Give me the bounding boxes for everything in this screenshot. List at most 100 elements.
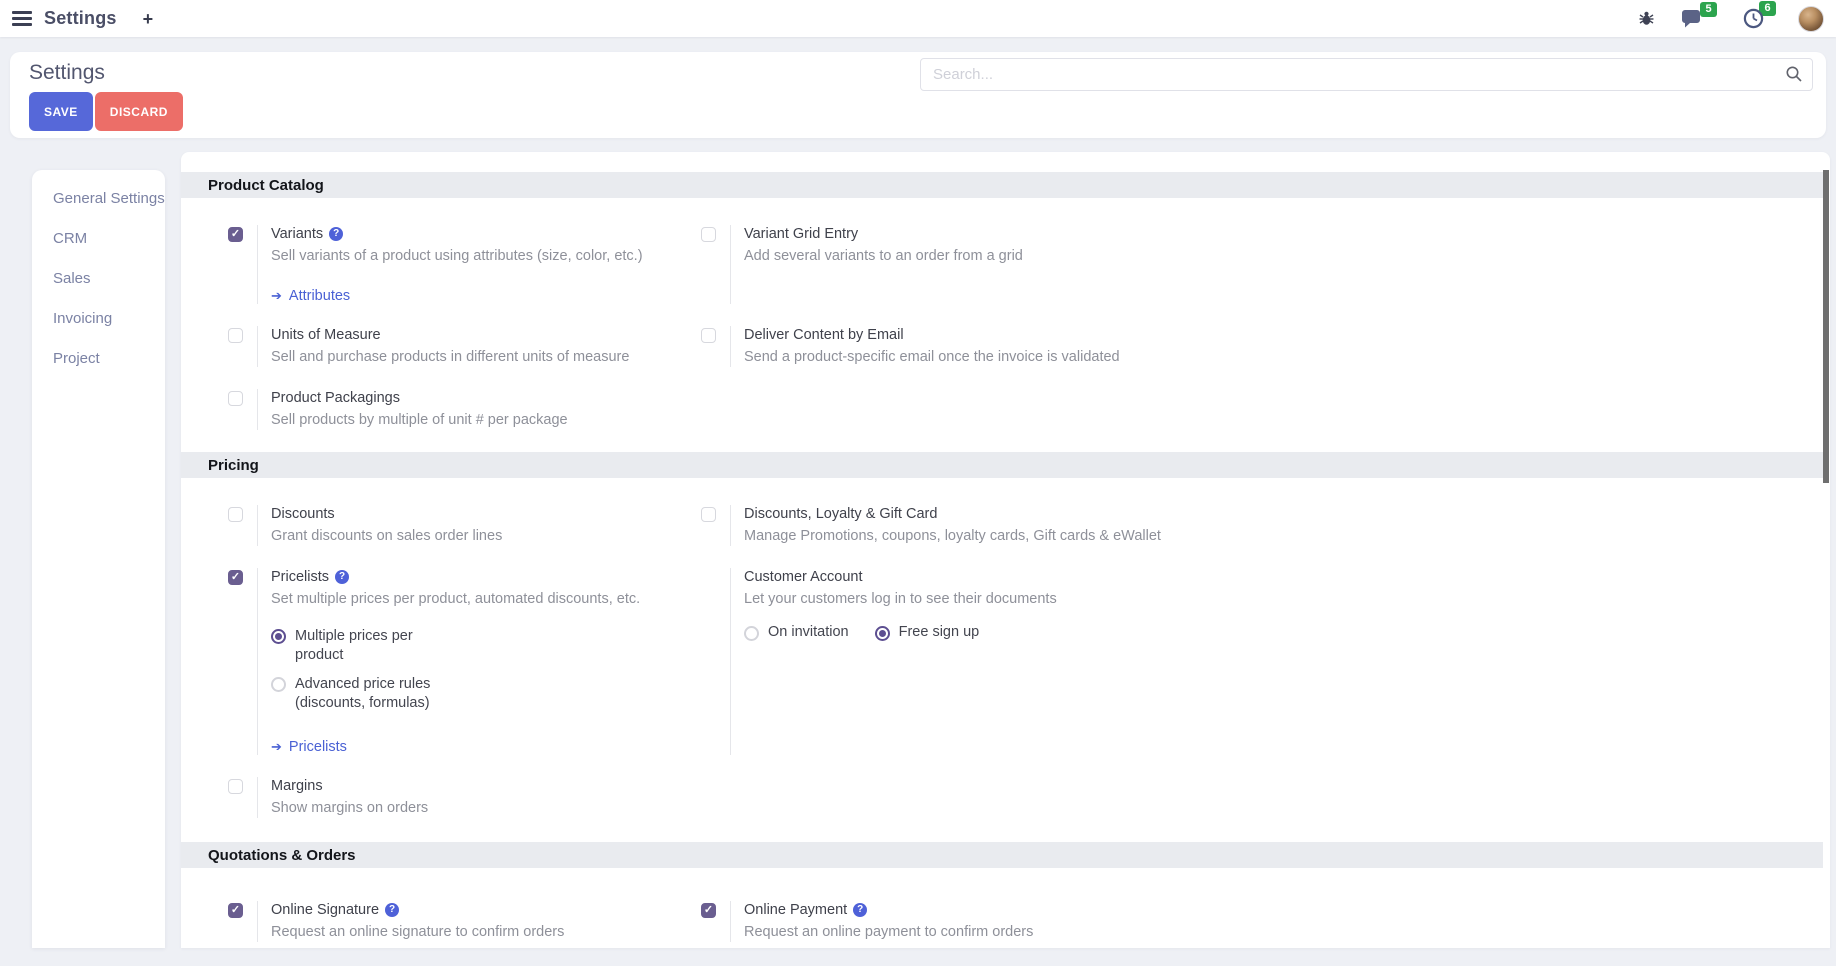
setting-label: Online Payment <box>744 901 847 919</box>
divider <box>257 568 258 755</box>
divider <box>730 225 731 304</box>
activities-icon[interactable]: 6 <box>1743 8 1764 29</box>
section-header-product-catalog: Product Catalog <box>181 172 1823 198</box>
units-of-measure-checkbox[interactable] <box>228 328 243 343</box>
divider <box>257 777 258 818</box>
setting-online-signature: Online Signature Request an online signa… <box>228 901 701 942</box>
radio-on-invitation[interactable]: On invitation <box>744 623 849 642</box>
settings-sidebar: General Settings CRM Sales Invoicing Pro… <box>32 170 165 948</box>
attributes-link[interactable]: Attributes <box>271 288 350 304</box>
radio-button[interactable] <box>271 677 286 692</box>
topbar-right-icons: 5 6 <box>1638 6 1824 32</box>
online-payment-checkbox[interactable] <box>701 903 716 918</box>
header-actions: SAVE DISCARD <box>29 92 183 131</box>
setting-label: Customer Account <box>744 568 862 586</box>
setting-description: Request an online signature to confirm o… <box>271 923 701 942</box>
discard-button[interactable]: DISCARD <box>95 92 183 131</box>
divider <box>257 505 258 546</box>
setting-label: Discounts <box>271 505 335 523</box>
radio-button[interactable] <box>744 626 759 641</box>
setting-pricelists: Pricelists Set multiple prices per produ… <box>228 568 701 755</box>
setting-label: Product Packagings <box>271 389 400 407</box>
radio-free-sign-up[interactable]: Free sign up <box>875 623 980 642</box>
search-icon[interactable] <box>1785 65 1803 88</box>
radio-button[interactable] <box>875 626 890 641</box>
messages-count-badge: 5 <box>1700 2 1717 17</box>
sidebar-item-crm[interactable]: CRM <box>32 218 165 258</box>
page-title: Settings <box>29 61 105 85</box>
section-quotations-orders: Online Signature Request an online signa… <box>181 868 1830 942</box>
radio-button[interactable] <box>271 629 286 644</box>
user-avatar[interactable] <box>1798 6 1824 32</box>
setting-description: Let your customers log in to see their d… <box>744 590 1174 609</box>
deliver-content-checkbox[interactable] <box>701 328 716 343</box>
divider <box>257 326 258 367</box>
divider <box>730 326 731 367</box>
radio-multiple-prices[interactable]: Multiple prices per product <box>271 627 701 665</box>
pricelists-radio-group: Multiple prices per product Advanced pri… <box>271 627 701 713</box>
save-button[interactable]: SAVE <box>29 92 93 131</box>
settings-form: Product Catalog Variants Sell variants o… <box>181 152 1830 942</box>
setting-description: Add several variants to an order from a … <box>744 247 1174 266</box>
setting-customer-account: Customer Account Let your customers log … <box>701 568 1174 755</box>
product-packagings-checkbox[interactable] <box>228 391 243 406</box>
help-icon <box>853 903 867 917</box>
customer-account-radio-group: On invitation Free sign up <box>744 623 1174 642</box>
help-icon <box>385 903 399 917</box>
setting-label: Variant Grid Entry <box>744 225 858 243</box>
sidebar-item-general-settings[interactable]: General Settings <box>32 178 165 218</box>
setting-label: Variants <box>271 225 323 243</box>
hamburger-menu-icon[interactable] <box>12 11 32 26</box>
margins-checkbox[interactable] <box>228 779 243 794</box>
online-signature-checkbox[interactable] <box>228 903 243 918</box>
header-card: Settings SAVE DISCARD <box>10 52 1826 138</box>
loyalty-checkbox[interactable] <box>701 507 716 522</box>
setting-description: Sell and purchase products in different … <box>271 348 701 367</box>
setting-description: Grant discounts on sales order lines <box>271 527 701 546</box>
setting-description: Manage Promotions, coupons, loyalty card… <box>744 527 1174 546</box>
setting-margins: Margins Show margins on orders <box>228 777 701 818</box>
setting-description: Sell products by multiple of unit # per … <box>271 411 701 430</box>
settings-content-card: Product Catalog Variants Sell variants o… <box>181 152 1830 948</box>
divider <box>257 225 258 304</box>
sidebar-item-sales[interactable]: Sales <box>32 258 165 298</box>
section-product-catalog: Variants Sell variants of a product usin… <box>181 198 1830 452</box>
plus-icon[interactable]: + <box>143 10 154 28</box>
pricelists-link[interactable]: Pricelists <box>271 739 347 755</box>
setting-variants: Variants Sell variants of a product usin… <box>228 225 701 304</box>
setting-label: Pricelists <box>271 568 329 586</box>
setting-deliver-content-by-email: Deliver Content by Email Send a product-… <box>701 326 1174 367</box>
vertical-scrollbar-thumb[interactable] <box>1823 170 1829 483</box>
variants-checkbox[interactable] <box>228 227 243 242</box>
search-bar <box>920 58 1813 91</box>
sidebar-item-project[interactable]: Project <box>32 338 165 378</box>
bug-icon[interactable] <box>1638 10 1655 27</box>
setting-label: Deliver Content by Email <box>744 326 904 344</box>
divider <box>730 568 731 755</box>
help-icon <box>329 227 343 241</box>
divider <box>257 901 258 942</box>
setting-discounts: Discounts Grant discounts on sales order… <box>228 505 701 546</box>
radio-advanced-price-rules[interactable]: Advanced price rules (discounts, formula… <box>271 675 701 713</box>
setting-description: Show margins on orders <box>271 799 701 818</box>
sidebar-item-invoicing[interactable]: Invoicing <box>32 298 165 338</box>
variant-grid-entry-checkbox[interactable] <box>701 227 716 242</box>
pricelists-checkbox[interactable] <box>228 570 243 585</box>
bug-icon-glyph <box>1638 10 1655 27</box>
setting-label: Discounts, Loyalty & Gift Card <box>744 505 937 523</box>
setting-label: Margins <box>271 777 323 795</box>
divider <box>257 389 258 430</box>
discounts-checkbox[interactable] <box>228 507 243 522</box>
setting-description: Sell variants of a product using attribu… <box>271 247 701 266</box>
help-icon <box>335 570 349 584</box>
setting-label: Online Signature <box>271 901 379 919</box>
messages-icon[interactable]: 5 <box>1681 9 1703 29</box>
setting-label: Units of Measure <box>271 326 381 344</box>
divider <box>730 901 731 942</box>
divider <box>730 505 731 546</box>
setting-variant-grid-entry: Variant Grid Entry Add several variants … <box>701 225 1174 304</box>
clock-icon <box>1743 8 1764 29</box>
app-title: Settings <box>44 8 117 29</box>
section-pricing: Discounts Grant discounts on sales order… <box>181 478 1830 842</box>
search-input[interactable] <box>920 58 1813 91</box>
